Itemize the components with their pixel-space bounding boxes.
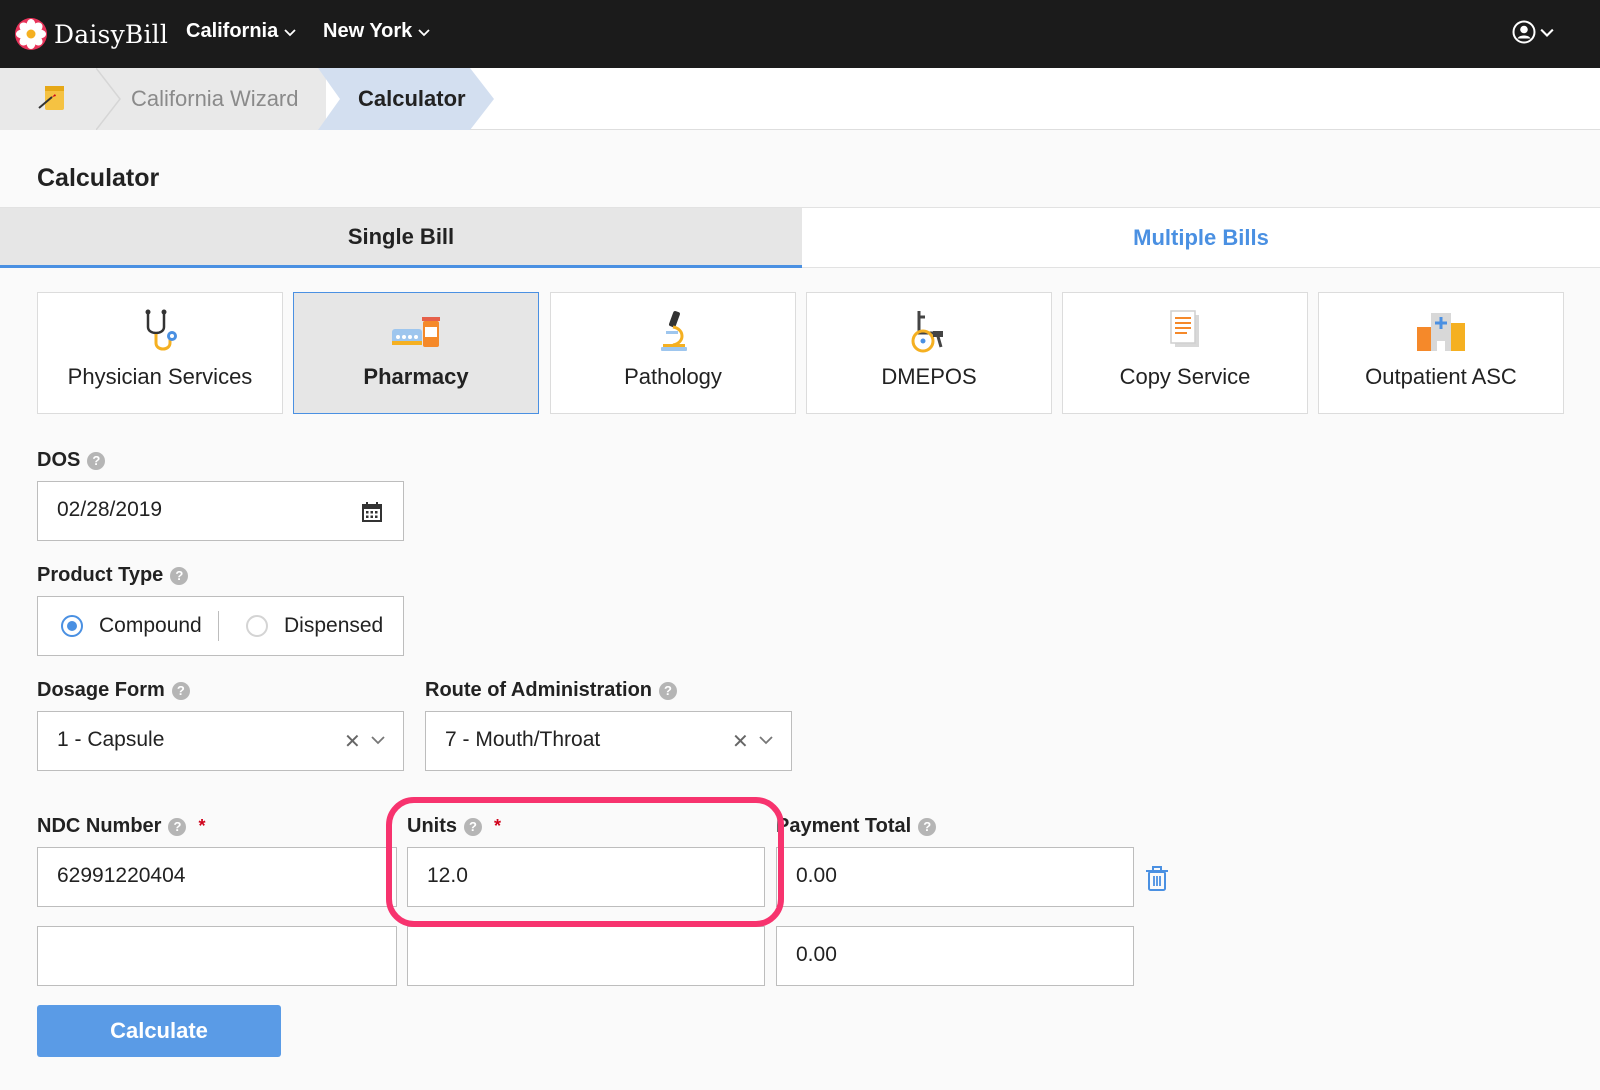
category-card-dmepos[interactable]: DMEPOS xyxy=(806,292,1052,414)
page-title: Calculator xyxy=(37,164,160,192)
microscope-icon xyxy=(661,311,687,351)
help-icon[interactable]: ? xyxy=(659,681,678,700)
radio-dispensed[interactable]: Dispensed xyxy=(246,597,383,655)
hospital-icon xyxy=(1417,313,1465,351)
ndc-value: 62991220404 xyxy=(57,864,186,887)
radio-label: Compound xyxy=(99,614,202,637)
chevron-down-icon[interactable] xyxy=(758,734,774,746)
dos-label-text: DOS xyxy=(37,449,81,471)
route-label: Route of Administration ? xyxy=(425,679,678,702)
category-card-pathology[interactable]: Pathology xyxy=(550,292,796,414)
chevron-down-icon xyxy=(1540,28,1554,37)
breadcrumb-separator xyxy=(96,68,121,130)
tab-label: Multiple Bills xyxy=(1133,224,1269,250)
radio-label: Dispensed xyxy=(284,614,384,637)
calculate-button-label: Calculate xyxy=(110,1018,208,1043)
clear-icon[interactable]: ✕ xyxy=(344,729,361,754)
category-card-physician-services[interactable]: Physician Services xyxy=(37,292,283,414)
category-label: Pharmacy xyxy=(363,364,469,389)
breadcrumb-label: Calculator xyxy=(358,86,466,111)
user-menu[interactable] xyxy=(1512,20,1554,44)
calculate-button[interactable]: Calculate xyxy=(37,1005,281,1057)
units-value: 12.0 xyxy=(427,864,468,887)
category-label: Physician Services xyxy=(67,364,253,389)
breadcrumb: California Wizard Calculator xyxy=(0,68,1600,130)
nav-menu-label: California xyxy=(186,20,279,42)
wizard-notepad-icon xyxy=(38,86,64,110)
user-account-icon xyxy=(1512,20,1536,44)
payment-value: 0.00 xyxy=(796,943,837,966)
chevron-down-icon[interactable] xyxy=(370,734,386,746)
required-marker: * xyxy=(494,816,502,836)
product-type-radio-group: Compound Dispensed xyxy=(37,596,404,656)
divider xyxy=(218,611,219,641)
dosage-form-label: Dosage Form ? xyxy=(37,679,190,702)
route-label-text: Route of Administration xyxy=(425,679,653,701)
dos-field[interactable]: 02/28/2019 xyxy=(37,481,404,541)
payment-total-label: Payment Total ? xyxy=(776,815,937,838)
help-icon[interactable]: ? xyxy=(168,817,187,836)
calendar-icon[interactable] xyxy=(361,501,383,523)
category-card-pharmacy[interactable]: Pharmacy xyxy=(293,292,539,414)
tab-label: Single Bill xyxy=(347,223,455,249)
breadcrumb-item-california-wizard[interactable]: California Wizard xyxy=(96,68,326,130)
tab-single-bill[interactable]: Single Bill xyxy=(0,208,802,268)
dos-value: 02/28/2019 xyxy=(57,498,163,521)
trash-icon[interactable] xyxy=(1145,866,1169,892)
brand-name: DaisyBill xyxy=(54,19,169,49)
payment-total-field: 0.00 xyxy=(776,926,1134,986)
nav-menu-california[interactable]: California xyxy=(186,20,296,43)
units-label: Units ? * xyxy=(407,815,501,838)
dos-label: DOS ? xyxy=(37,449,106,472)
payment-total-field: 0.00 xyxy=(776,847,1134,907)
category-label: Outpatient ASC xyxy=(1365,364,1517,389)
product-type-label-text: Product Type xyxy=(37,564,164,586)
product-type-label: Product Type ? xyxy=(37,564,189,587)
ndc-number-input[interactable]: 62991220404 xyxy=(37,847,397,907)
brand-logo[interactable]: DaisyBill xyxy=(14,16,168,52)
units-label-text: Units xyxy=(407,815,457,837)
chevron-down-icon xyxy=(284,28,296,36)
radio-unselected-icon xyxy=(246,615,268,637)
payment-label-text: Payment Total xyxy=(776,815,912,837)
daisy-logo-icon xyxy=(15,18,47,50)
help-icon[interactable]: ? xyxy=(918,817,937,836)
breadcrumb-home[interactable] xyxy=(0,68,100,130)
document-icon xyxy=(1170,310,1199,347)
tab-multiple-bills[interactable]: Multiple Bills xyxy=(802,208,1600,268)
category-label: Copy Service xyxy=(1119,364,1251,389)
radio-compound[interactable]: Compound xyxy=(61,597,202,655)
route-value: 7 - Mouth/Throat xyxy=(445,728,601,751)
dosage-form-value: 1 - Capsule xyxy=(57,728,165,751)
dosage-form-select[interactable]: 1 - Capsule ✕ xyxy=(37,711,404,771)
category-label: Pathology xyxy=(624,364,722,389)
clear-icon[interactable]: ✕ xyxy=(732,729,749,754)
ndc-number-input[interactable] xyxy=(37,926,397,986)
chevron-down-icon xyxy=(418,28,430,36)
category-card-copy-service[interactable]: Copy Service xyxy=(1062,292,1308,414)
help-icon[interactable]: ? xyxy=(170,566,189,585)
nav-menu-label: New York xyxy=(323,20,413,42)
help-icon[interactable]: ? xyxy=(464,817,482,836)
required-marker: * xyxy=(198,816,206,836)
nav-menu-new-york[interactable]: New York xyxy=(323,20,430,43)
category-card-outpatient-asc[interactable]: Outpatient ASC xyxy=(1318,292,1564,414)
radio-selected-icon xyxy=(61,615,83,637)
route-select[interactable]: 7 - Mouth/Throat ✕ xyxy=(425,711,792,771)
help-icon[interactable]: ? xyxy=(87,451,106,470)
category-label: DMEPOS xyxy=(881,364,977,389)
top-navbar: DaisyBill California New York xyxy=(0,0,1600,68)
pharmacy-icon xyxy=(392,317,440,347)
ndc-label-text: NDC Number xyxy=(37,815,162,837)
stethoscope-icon xyxy=(145,309,177,351)
payment-value: 0.00 xyxy=(796,864,837,887)
dosage-form-label-text: Dosage Form xyxy=(37,679,165,701)
wheelchair-icon xyxy=(911,311,943,353)
breadcrumb-label: California Wizard xyxy=(131,86,299,111)
ndc-number-label: NDC Number ? * xyxy=(37,815,205,838)
units-input[interactable] xyxy=(407,926,765,986)
units-input[interactable]: 12.0 xyxy=(407,847,765,907)
help-icon[interactable]: ? xyxy=(171,681,190,700)
